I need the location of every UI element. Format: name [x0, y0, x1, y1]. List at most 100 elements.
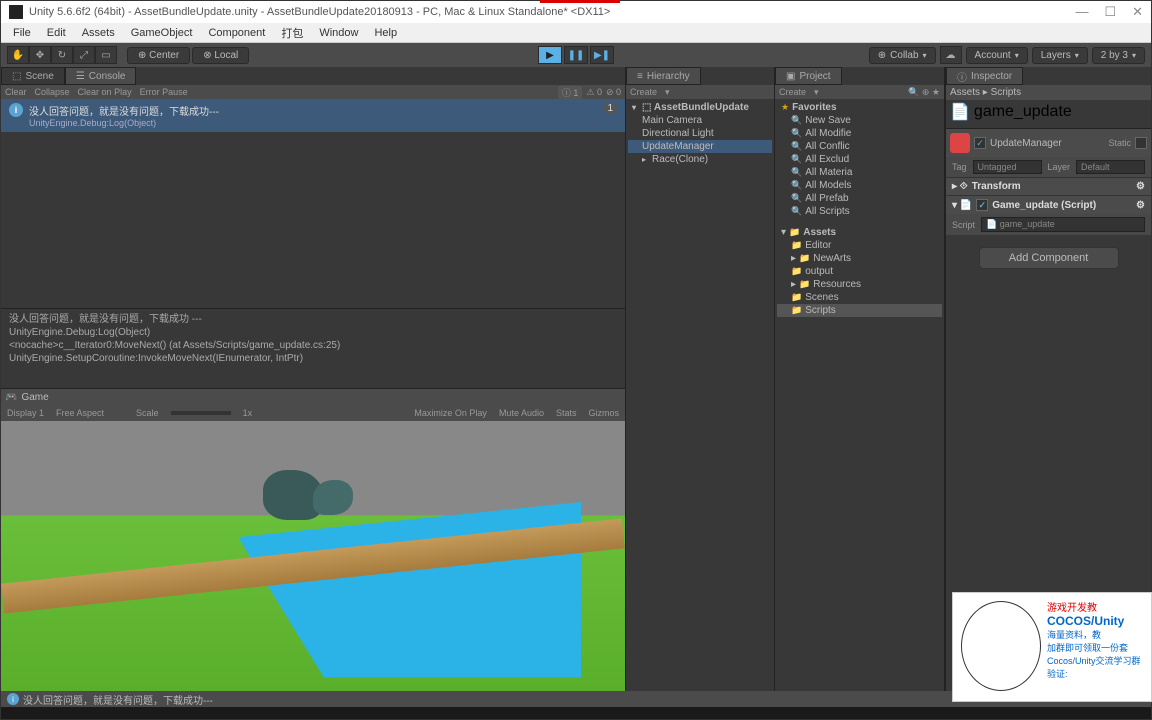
- gizmos-toggle[interactable]: Gizmos: [588, 408, 619, 418]
- asset-file[interactable]: 📄 game_update: [946, 100, 1151, 124]
- scale-tool[interactable]: ⤢: [73, 46, 95, 64]
- pivot-mode[interactable]: ⊕ Center: [127, 47, 190, 64]
- tab-project[interactable]: ▣ Project: [775, 67, 842, 85]
- console-message: 没人回答问题，就是没有问题，下载成功---: [29, 103, 219, 118]
- console-toolbar: Clear Collapse Clear on Play Error Pause…: [1, 85, 625, 99]
- game-display[interactable]: Display 1: [7, 408, 44, 418]
- stats-toggle[interactable]: Stats: [556, 408, 577, 418]
- toolbar: ✋ ✥ ↻ ⤢ ▭ ⊕ Center ⊗ Local ▶ ❚❚ ▶❚ ⊕ Col…: [1, 43, 1151, 67]
- step-button[interactable]: ▶❚: [590, 46, 614, 64]
- hierarchy-create[interactable]: Create: [630, 87, 657, 97]
- menu-window[interactable]: Window: [311, 25, 366, 41]
- tab-game[interactable]: 🎮 Game: [5, 392, 49, 403]
- hierarchy-scene-root[interactable]: ▾⬚ AssetBundleUpdate: [628, 101, 772, 114]
- hierarchy-item[interactable]: ▸Race(Clone): [628, 153, 772, 166]
- hand-tool[interactable]: ✋: [7, 46, 29, 64]
- tab-inspector[interactable]: ⓘ Inspector: [946, 67, 1023, 85]
- tab-scene[interactable]: ⬚ Scene: [1, 67, 65, 85]
- pause-button[interactable]: ❚❚: [564, 46, 588, 64]
- project-breadcrumb[interactable]: Assets ▸ Scripts: [946, 85, 1151, 100]
- os-taskbar: [1, 707, 1151, 719]
- console-entry[interactable]: i 没人回答问题，就是没有问题，下载成功--- UnityEngine.Debu…: [1, 99, 625, 132]
- folder-item[interactable]: 📁Editor: [777, 239, 942, 252]
- console-error-pause[interactable]: Error Pause: [140, 87, 188, 97]
- error-count[interactable]: ⊘ 0: [606, 87, 621, 98]
- entry-count: 1: [603, 103, 617, 114]
- tab-console[interactable]: ☰ Console: [65, 67, 137, 85]
- folder-item[interactable]: 📁Scenes: [777, 291, 942, 304]
- layer-dropdown[interactable]: Default: [1076, 160, 1145, 174]
- scale-value: 1x: [243, 408, 253, 418]
- info-icon: i: [9, 103, 23, 117]
- ad-face-icon: [961, 601, 1041, 691]
- menu-assets[interactable]: Assets: [74, 25, 123, 41]
- console-clear[interactable]: Clear: [5, 87, 27, 97]
- tab-hierarchy[interactable]: ≡ Hierarchy: [626, 67, 701, 85]
- fav-item[interactable]: 🔍All Conflic: [777, 140, 942, 153]
- console-detail: 没人回答问题，就是没有问题，下载成功 --- UnityEngine.Debug…: [1, 309, 625, 389]
- info-count[interactable]: ⓘ 1: [558, 86, 583, 99]
- maximize-on-play[interactable]: Maximize On Play: [414, 408, 487, 418]
- menu-gameobject[interactable]: GameObject: [123, 25, 201, 41]
- menu-file[interactable]: File: [5, 25, 39, 41]
- maximize-button[interactable]: ☐: [1104, 4, 1116, 20]
- minimize-button[interactable]: —: [1075, 4, 1088, 20]
- folder-item-selected[interactable]: 📁Scripts: [777, 304, 942, 317]
- script-field: 📄 game_update: [981, 217, 1145, 232]
- warn-count[interactable]: ⚠ 0: [586, 87, 602, 98]
- favorites-header[interactable]: ★Favorites: [777, 101, 942, 114]
- menu-build[interactable]: 打包: [273, 23, 311, 43]
- fav-item[interactable]: 🔍All Scripts: [777, 205, 942, 218]
- collab-dropdown[interactable]: ⊕ Collab: [869, 47, 936, 64]
- game-aspect[interactable]: Free Aspect: [56, 408, 104, 418]
- console-clear-on-play[interactable]: Clear on Play: [78, 87, 132, 97]
- menu-help[interactable]: Help: [366, 25, 405, 41]
- move-tool[interactable]: ✥: [29, 46, 51, 64]
- rect-tool[interactable]: ▭: [95, 46, 117, 64]
- layers-dropdown[interactable]: Layers: [1032, 47, 1088, 64]
- fav-item[interactable]: 🔍All Modifie: [777, 127, 942, 140]
- fav-item[interactable]: 🔍All Exclud: [777, 153, 942, 166]
- scale-slider[interactable]: [171, 411, 231, 415]
- project-create[interactable]: Create: [779, 87, 806, 97]
- folder-item[interactable]: ▸ 📁Resources: [777, 278, 942, 291]
- console-message-sub: UnityEngine.Debug:Log(Object): [29, 118, 219, 128]
- hierarchy-item[interactable]: Directional Light: [628, 127, 772, 140]
- account-dropdown[interactable]: Account: [966, 47, 1028, 64]
- rotation-mode[interactable]: ⊗ Local: [192, 47, 249, 64]
- fav-item[interactable]: 🔍All Materia: [777, 166, 942, 179]
- add-component-button[interactable]: Add Component: [979, 247, 1119, 269]
- fav-item[interactable]: 🔍New Save: [777, 114, 942, 127]
- titlebar: Unity 5.6.6f2 (64bit) - AssetBundleUpdat…: [1, 1, 1151, 23]
- transform-component[interactable]: ▸ ⟐ Transform⚙: [946, 177, 1151, 195]
- script-component[interactable]: ▾ 📄 ✓ Game_update (Script)⚙: [946, 195, 1151, 214]
- status-text: 没人回答问题，就是没有问题，下载成功---: [23, 692, 213, 707]
- fav-item[interactable]: 🔍All Prefab: [777, 192, 942, 205]
- unity-logo-icon: [9, 5, 23, 19]
- menu-edit[interactable]: Edit: [39, 25, 74, 41]
- gameobject-icon: [950, 133, 970, 153]
- rotate-tool[interactable]: ↻: [51, 46, 73, 64]
- layout-dropdown[interactable]: 2 by 3: [1092, 47, 1145, 64]
- folder-item[interactable]: ▸ 📁NewArts: [777, 252, 942, 265]
- assets-header[interactable]: ▾ 📁Assets: [777, 226, 942, 239]
- static-checkbox[interactable]: [1135, 137, 1147, 149]
- menubar: File Edit Assets GameObject Component 打包…: [1, 23, 1151, 43]
- play-button[interactable]: ▶: [538, 46, 562, 64]
- hierarchy-item-selected[interactable]: UpdateManager: [628, 140, 772, 153]
- close-button[interactable]: ✕: [1132, 4, 1143, 20]
- folder-item[interactable]: 📁output: [777, 265, 942, 278]
- overlay-advertisement[interactable]: 游戏开发教 COCOS/Unity 海量资料，教 加群即可领取一份套 Cocos…: [952, 592, 1152, 702]
- gameobject-name[interactable]: UpdateManager: [990, 138, 1104, 149]
- game-view[interactable]: [1, 421, 625, 691]
- game-scale-label: Scale: [136, 408, 159, 418]
- console-collapse[interactable]: Collapse: [35, 87, 70, 97]
- fav-item[interactable]: 🔍All Models: [777, 179, 942, 192]
- active-checkbox[interactable]: ✓: [974, 137, 986, 149]
- status-info-icon: i: [7, 693, 19, 705]
- mute-audio[interactable]: Mute Audio: [499, 408, 544, 418]
- tag-dropdown[interactable]: Untagged: [973, 160, 1042, 174]
- cloud-icon[interactable]: ☁: [940, 46, 962, 64]
- hierarchy-item[interactable]: Main Camera: [628, 114, 772, 127]
- menu-component[interactable]: Component: [200, 25, 273, 41]
